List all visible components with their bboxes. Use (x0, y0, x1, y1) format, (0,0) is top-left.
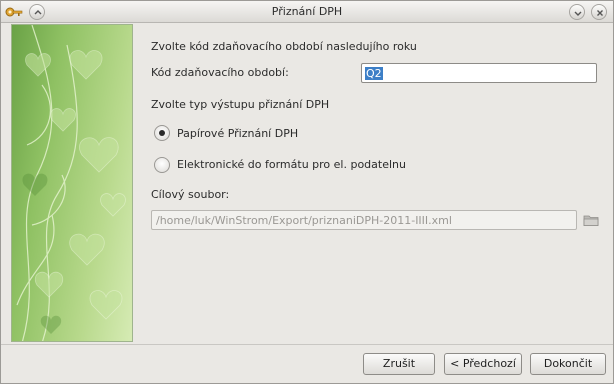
dialog-window: Přiznání DPH Zvolte kód zdaňovacího obdo… (0, 0, 614, 384)
radio-paper-label[interactable]: Papírové Přiznání DPH (177, 127, 298, 140)
minimize-button[interactable] (569, 4, 585, 20)
target-file-path: /home/luk/WinStrom/Export/priznaniDPH-20… (156, 214, 452, 227)
period-code-label: Kód zdaňovacího období: (151, 66, 289, 79)
chevron-down-icon (574, 11, 582, 16)
cancel-button[interactable]: Zrušit (363, 353, 435, 375)
radio-electronic-label[interactable]: Elektronické do formátu pro el. podateln… (177, 158, 406, 171)
window-title: Přiznání DPH (271, 5, 343, 18)
title-bar[interactable]: Přiznání DPH (1, 1, 613, 23)
target-file-label: Cílový soubor: (151, 188, 230, 201)
target-file-input[interactable]: /home/luk/WinStrom/Export/priznaniDPH-20… (151, 210, 577, 230)
footer-divider (1, 344, 613, 345)
radio-electronic[interactable] (154, 157, 170, 173)
output-type-heading: Zvolte typ výstupu přiznání DPH (151, 98, 330, 111)
period-heading: Zvolte kód zdaňovacího období nasledujíh… (151, 40, 417, 53)
period-code-value: Q2 (365, 67, 383, 80)
radio-paper[interactable] (154, 125, 170, 141)
back-button[interactable]: < Předchozí (444, 353, 522, 375)
finish-button[interactable]: Dokončit (530, 353, 606, 375)
folder-icon[interactable] (583, 213, 599, 227)
period-code-input[interactable]: Q2 (361, 63, 597, 83)
close-button[interactable] (591, 4, 607, 20)
wizard-side-image (11, 24, 133, 342)
close-icon (597, 10, 603, 16)
radio-selected-dot (159, 130, 165, 136)
